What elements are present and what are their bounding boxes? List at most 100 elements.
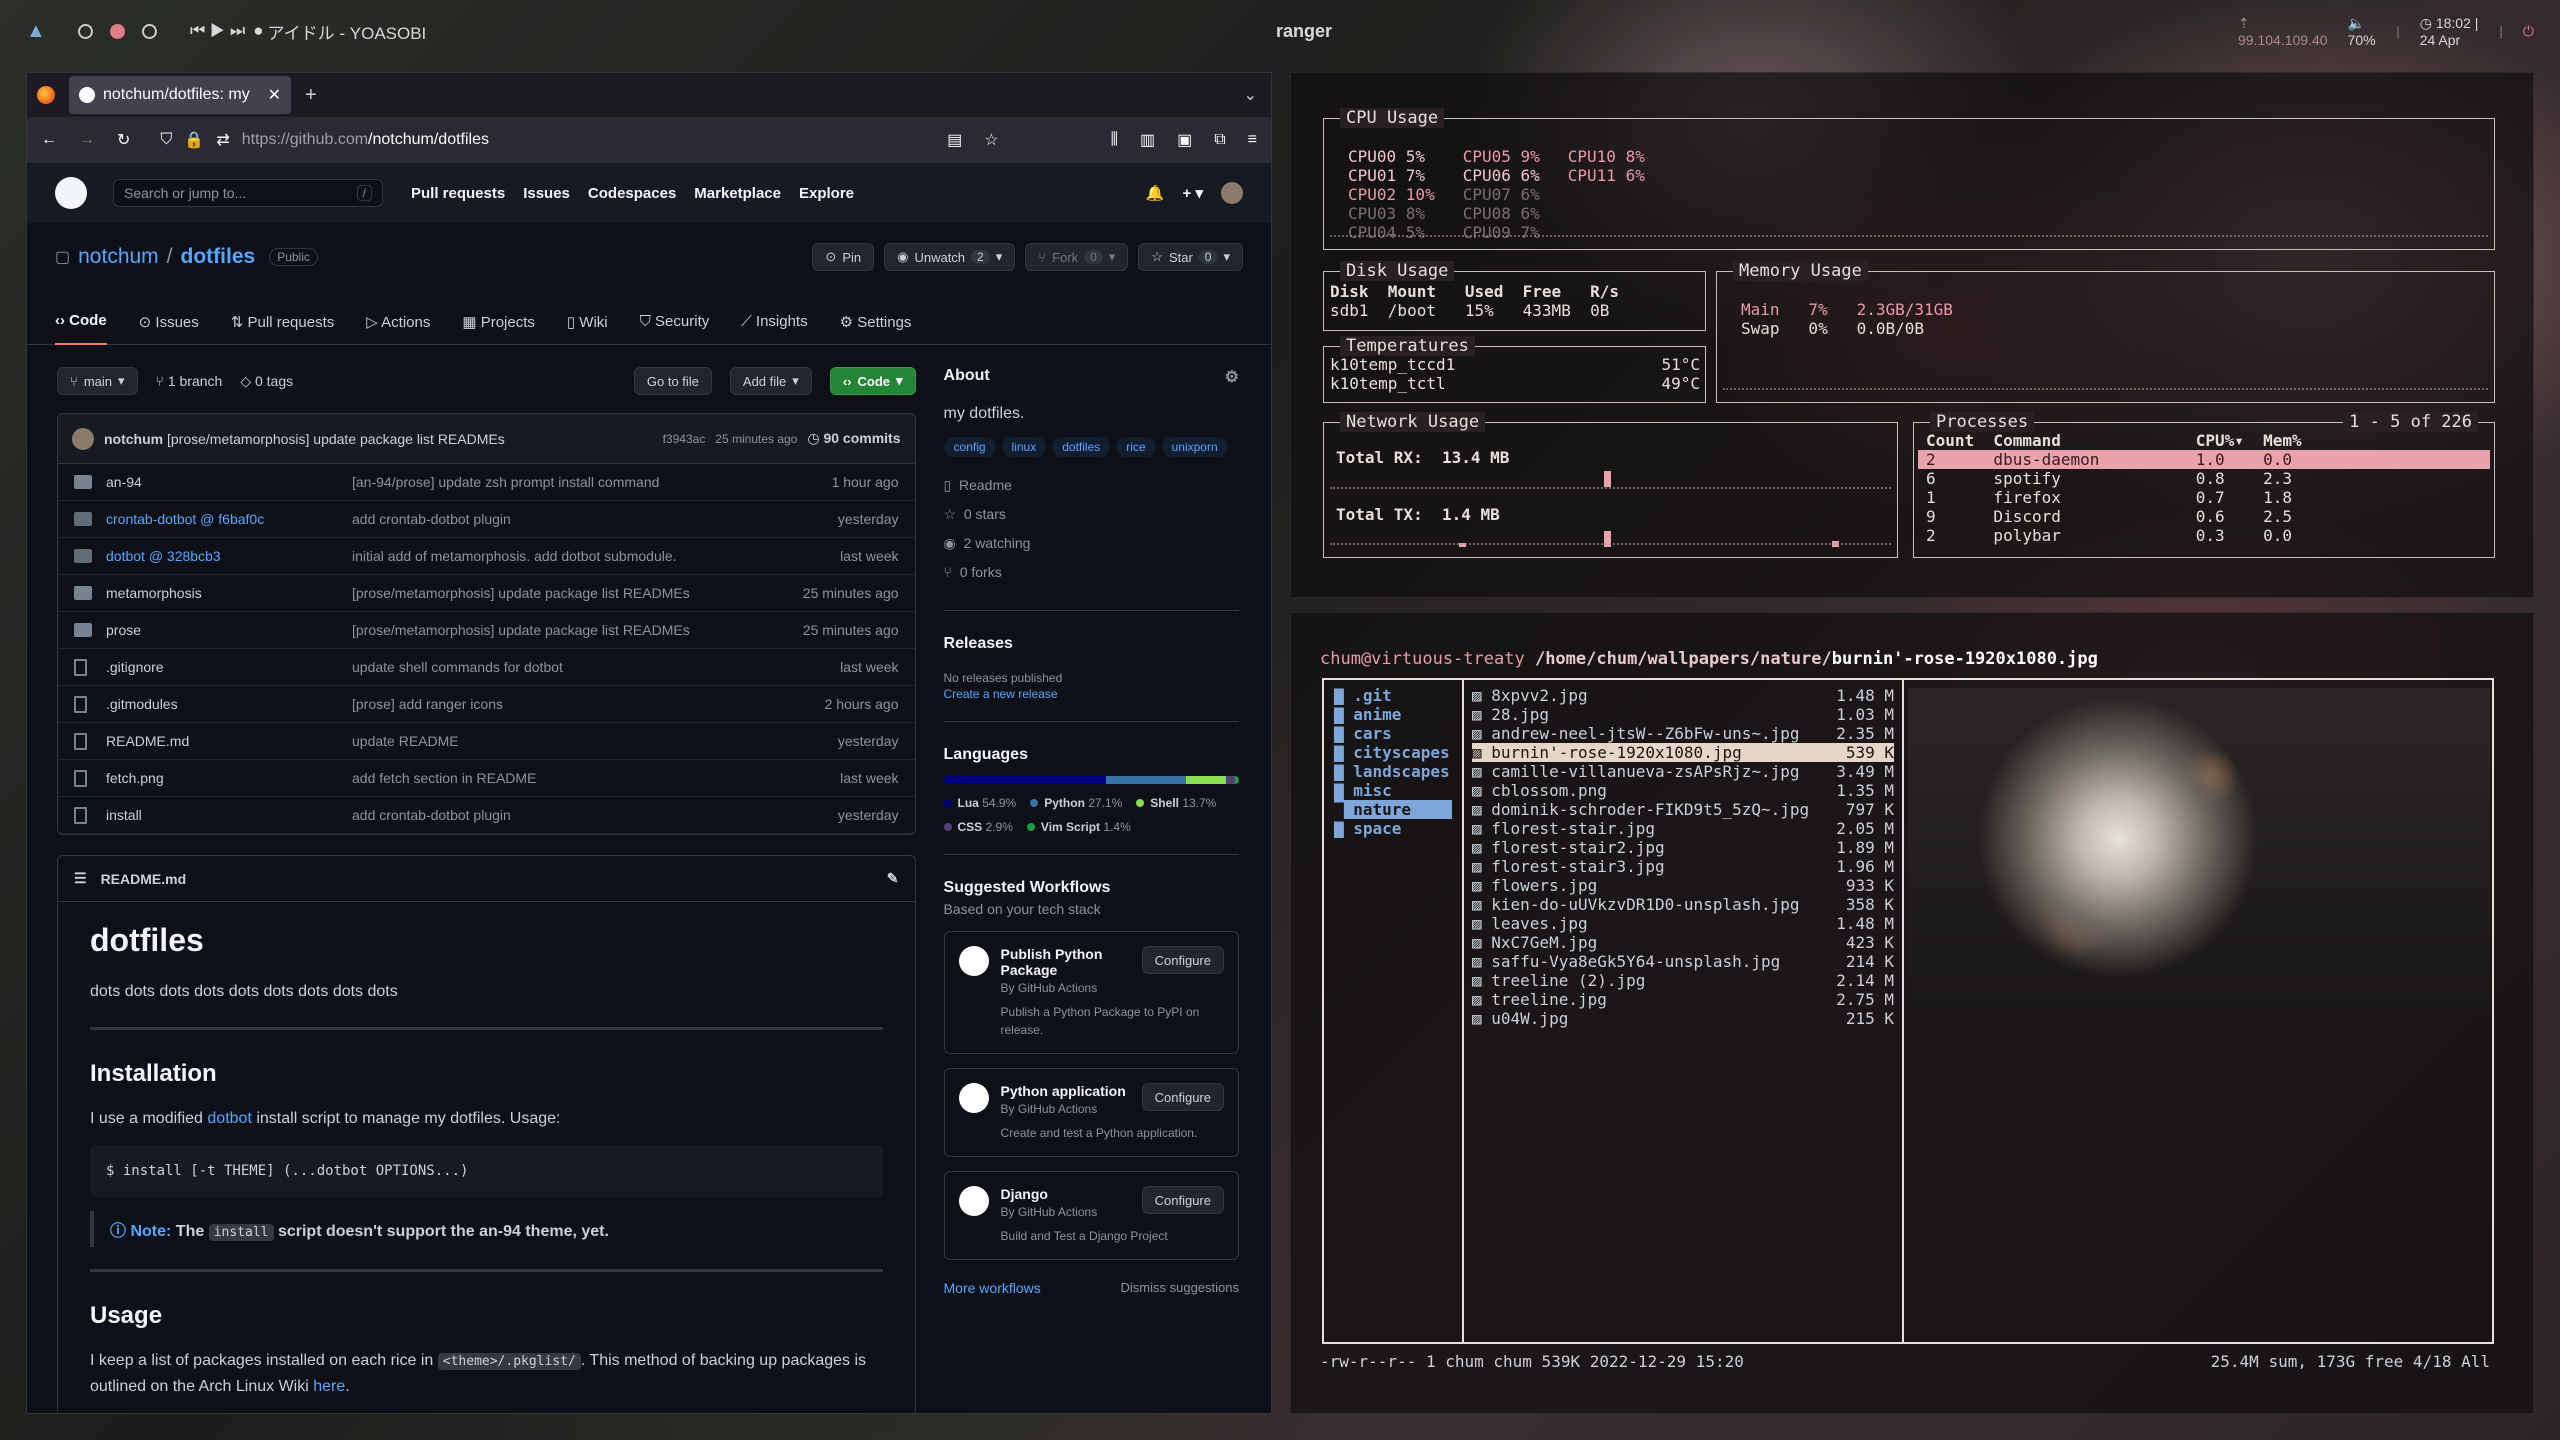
directory-entry[interactable]: ▇ space: [1334, 819, 1452, 838]
library-icon[interactable]: ⫼: [1111, 131, 1118, 149]
file-commit-message[interactable]: add crontab-dotbot plugin: [352, 511, 838, 527]
file-row[interactable]: install add crontab-dotbot plugin yesterda…: [58, 797, 915, 834]
directory-entry[interactable]: ▇ nature: [1334, 800, 1452, 819]
file-commit-message[interactable]: add crontab-dotbot plugin: [352, 807, 838, 823]
file-name[interactable]: fetch.png: [106, 770, 352, 786]
create-release-link[interactable]: Create a new release: [944, 687, 1058, 701]
file-row[interactable]: fetch.png add fetch section in README last…: [58, 760, 915, 797]
close-tab-icon[interactable]: ✕: [268, 85, 281, 105]
tab-wiki[interactable]: ▯ Wiki: [567, 313, 608, 331]
create-new-icon[interactable]: + ▾: [1183, 184, 1203, 202]
list-tabs-icon[interactable]: ⌄: [1244, 85, 1257, 105]
about-settings-gear-icon[interactable]: ⚙: [1225, 367, 1239, 387]
file-commit-message[interactable]: update shell commands for dotbot: [352, 659, 840, 675]
file-row[interactable]: an-94 [an-94/prose] update zsh prompt ins…: [58, 464, 915, 501]
url-text[interactable]: https://github.com/notchum/dotfiles: [242, 131, 489, 149]
directory-entry[interactable]: ▇ cars: [1334, 724, 1452, 743]
file-row[interactable]: prose [prose/metamorphosis] update packag…: [58, 612, 915, 649]
commit-hash[interactable]: f3943ac: [663, 432, 706, 446]
commit-message[interactable]: [prose/metamorphosis] update package lis…: [167, 431, 505, 447]
nav-pull-requests[interactable]: Pull requests: [411, 185, 505, 202]
notifications-bell-icon[interactable]: 🔔: [1146, 184, 1165, 202]
file-entry[interactable]: ▨ flowers.jpg 933 K: [1472, 876, 1894, 895]
file-entry[interactable]: ▨ florest-stair3.jpg 1.96 M: [1472, 857, 1894, 876]
language-item[interactable]: Lua 54.9%: [943, 796, 1016, 810]
unwatch-button[interactable]: ◉ Unwatch 2 ▾: [884, 243, 1016, 271]
file-entry[interactable]: ▨ saffu-Vya8eGk5Y64-unsplash.jpg 214 K: [1472, 952, 1894, 971]
process-row[interactable]: 2 dbus-daemon 1.0 0.0: [1918, 450, 2490, 469]
file-commit-message[interactable]: [an-94/prose] update zsh prompt install …: [352, 474, 832, 490]
back-icon[interactable]: ←: [41, 131, 57, 149]
file-name[interactable]: install: [106, 807, 352, 823]
forks-link[interactable]: ⑂ 0 forks: [944, 564, 1239, 580]
topic-tag[interactable]: unixporn: [1161, 437, 1228, 457]
menu-icon[interactable]: ≡: [1248, 131, 1257, 149]
configure-button[interactable]: Configure: [1141, 946, 1224, 974]
file-commit-message[interactable]: [prose/metamorphosis] update package lis…: [352, 622, 803, 638]
branch-select[interactable]: ⑂ main ▾: [57, 367, 138, 395]
process-row[interactable]: 1 firefox 0.7 1.8: [1918, 488, 2490, 507]
tab-projects[interactable]: ▦ Projects: [462, 313, 535, 331]
file-entry[interactable]: ▨ treeline.jpg 2.75 M: [1472, 990, 1894, 1009]
new-tab-icon[interactable]: +: [305, 84, 317, 107]
browser-tab[interactable]: notchum/dotfiles: my ✕: [69, 76, 291, 114]
branches-link[interactable]: ⑂ 1 branch: [156, 373, 223, 389]
readme-link[interactable]: ▯ Readme: [944, 477, 1239, 494]
list-icon[interactable]: ☰: [74, 870, 87, 887]
media-controls[interactable]: ⏮ ▶ ⏭: [190, 21, 245, 41]
file-name[interactable]: metamorphosis: [106, 585, 352, 601]
sidebar-icon[interactable]: ▥: [1140, 130, 1155, 150]
directory-entry[interactable]: ▇ anime: [1334, 705, 1452, 724]
file-entry[interactable]: ▨ NxC7GeM.jpg 423 K: [1472, 933, 1894, 952]
nav-marketplace[interactable]: Marketplace: [694, 185, 781, 202]
forward-icon[interactable]: →: [79, 131, 95, 149]
file-entry[interactable]: ▨ burnin'-rose-1920x1080.jpg 539 K: [1472, 743, 1894, 762]
file-name[interactable]: crontab-dotbot @ f6baf0c: [106, 511, 352, 527]
search-input[interactable]: Search or jump to... /: [113, 179, 383, 207]
language-item[interactable]: CSS 2.9%: [943, 820, 1013, 834]
directory-entry[interactable]: ▇ cityscapes: [1334, 743, 1452, 762]
extensions-icon[interactable]: ⧉: [1214, 131, 1225, 149]
directory-entry[interactable]: ▇ misc: [1334, 781, 1452, 800]
file-entry[interactable]: ▨ leaves.jpg 1.48 M: [1472, 914, 1894, 933]
reload-icon[interactable]: ↻: [117, 130, 130, 150]
shield-icon[interactable]: ⛉: [160, 131, 172, 149]
tab-security[interactable]: ⛉ Security: [640, 313, 710, 330]
watching-link[interactable]: ◉ 2 watching: [944, 535, 1239, 552]
directory-entry[interactable]: ▇ landscapes: [1334, 762, 1452, 781]
file-entry[interactable]: ▨ 28.jpg 1.03 M: [1472, 705, 1894, 724]
configure-button[interactable]: Configure: [1141, 1186, 1224, 1214]
commit-author[interactable]: notchum: [104, 431, 163, 447]
file-commit-message[interactable]: initial add of metamorphosis. add dotbot…: [352, 548, 840, 564]
language-item[interactable]: Vim Script 1.4%: [1026, 820, 1131, 834]
avatar[interactable]: [1221, 182, 1243, 204]
process-row[interactable]: 9 Discord 0.6 2.5: [1918, 507, 2490, 526]
directory-entry[interactable]: ▇ .git: [1334, 686, 1452, 705]
workspace-1-indicator[interactable]: [78, 23, 93, 39]
file-commit-message[interactable]: [prose/metamorphosis] update package lis…: [352, 585, 803, 601]
reader-mode-icon[interactable]: ▤: [947, 130, 962, 150]
file-row[interactable]: dotbot @ 328bcb3 initial add of metamorph…: [58, 538, 915, 575]
file-row[interactable]: .gitignore update shell commands for dotb…: [58, 649, 915, 686]
nav-explore[interactable]: Explore: [799, 185, 854, 202]
stars-link[interactable]: ☆ 0 stars: [944, 506, 1239, 523]
url-bar[interactable]: ⛉ 🔒 ⇄ https://github.com/notchum/dotfile…: [152, 123, 925, 157]
file-name[interactable]: dotbot @ 328bcb3: [106, 548, 352, 564]
file-entry[interactable]: ▨ andrew-neel-jtsW--Z6bFw-uns~.jpg 2.35 M: [1472, 724, 1894, 743]
file-entry[interactable]: ▨ dominik-schroder-FIKD9t5_5zQ~.jpg 797 K: [1472, 800, 1894, 819]
arch-logo-icon[interactable]: ▲: [26, 20, 48, 42]
tab-code[interactable]: ‹› Code: [55, 299, 107, 345]
commits-link[interactable]: ◷ 90 commits: [807, 430, 900, 447]
tags-link[interactable]: ◇ 0 tags: [240, 373, 293, 390]
fork-button[interactable]: ⑂ Fork 0 ▾: [1025, 243, 1129, 271]
lock-icon[interactable]: 🔒: [184, 130, 204, 150]
volume[interactable]: 🔈 70%: [2348, 15, 2377, 48]
file-commit-message[interactable]: [prose] add ranger icons: [352, 696, 825, 712]
tab-issues[interactable]: ⊙ Issues: [139, 313, 199, 331]
workspace-2-indicator[interactable]: [110, 23, 125, 39]
here-link[interactable]: here: [313, 1378, 345, 1395]
go-to-file-button[interactable]: Go to file: [633, 367, 712, 395]
more-workflows-link[interactable]: More workflows: [944, 1280, 1041, 1296]
file-name[interactable]: prose: [106, 622, 352, 638]
file-row[interactable]: crontab-dotbot @ f6baf0c add crontab-dotb…: [58, 501, 915, 538]
